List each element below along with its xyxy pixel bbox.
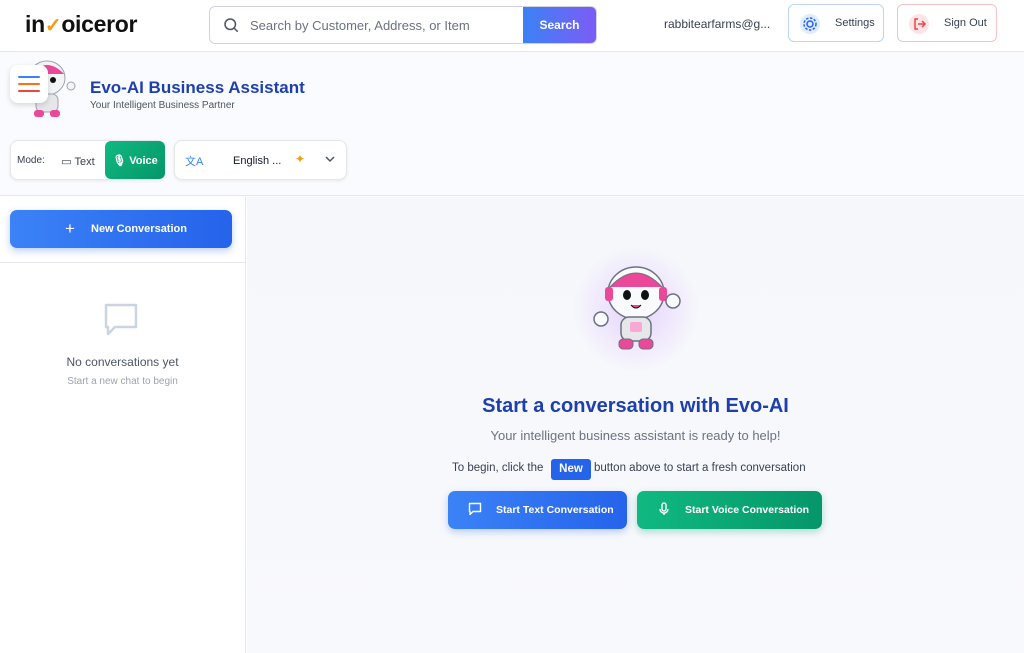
message-icon — [468, 502, 482, 516]
chat-main-area: Start a conversation with Evo-AI Your in… — [247, 197, 1024, 653]
sign-out-button[interactable]: Sign Out — [897, 4, 997, 42]
mode-text-label: Text — [74, 155, 95, 168]
main-subtitle: Your intelligent business assistant is r… — [490, 428, 781, 443]
chat-bubble-icon — [104, 303, 138, 336]
microphone-icon — [659, 502, 669, 515]
plus-icon: + — [65, 219, 75, 238]
settings-label: Settings — [835, 17, 875, 29]
language-select[interactable]: 文A English ... ✦ — [174, 140, 347, 180]
sidebar-divider — [0, 262, 245, 263]
start-text-label: Start Text Conversation — [496, 504, 614, 516]
mode-voice-button[interactable]: 🎙︎ Voice — [105, 141, 165, 179]
hamburger-line-3 — [18, 90, 40, 92]
sparkle-icon: ✦ — [295, 152, 306, 166]
start-voice-label: Start Voice Conversation — [685, 504, 810, 516]
mode-label: Mode: — [17, 155, 45, 166]
chevron-down-icon — [325, 156, 335, 163]
empty-state-title: No conversations yet — [66, 355, 179, 369]
language-value: English ... — [233, 155, 282, 167]
main-title: Start a conversation with Evo-AI — [482, 395, 789, 417]
hamburger-menu-button[interactable] — [10, 65, 48, 103]
mode-text-button[interactable]: ▭ Text — [55, 147, 101, 175]
hint-suffix: button above to start a fresh conversati… — [594, 462, 806, 474]
search-bar: Search — [209, 6, 597, 44]
conversation-sidebar: + New Conversation No conversations yet … — [0, 197, 246, 653]
logo-check-icon: ✓ — [44, 15, 62, 37]
new-conversation-label: New Conversation — [91, 223, 187, 235]
hamburger-line-1 — [18, 76, 40, 78]
user-email: rabbitearfarms@g... — [664, 17, 771, 31]
translate-icon: 文A — [185, 156, 204, 168]
sign-out-icon — [909, 14, 929, 34]
logo-text-start: in — [25, 11, 45, 37]
invoiceror-logo[interactable]: in✓oiceror — [25, 11, 137, 38]
mode-selector: Mode: ▭ Text 🎙︎ Voice — [10, 140, 165, 180]
mode-voice-label: Voice — [129, 154, 158, 167]
start-text-conversation-button[interactable]: Start Text Conversation — [448, 491, 627, 529]
sign-out-label: Sign Out — [944, 17, 987, 29]
message-icon: ▭ — [61, 155, 72, 168]
new-conversation-button[interactable]: + New Conversation — [10, 210, 232, 248]
hint-prefix: To begin, click the — [452, 462, 544, 474]
empty-state-subtitle: Start a new chat to begin — [67, 376, 178, 387]
assistant-title: Evo-AI Business Assistant — [90, 78, 305, 97]
start-voice-conversation-button[interactable]: Start Voice Conversation — [637, 491, 822, 529]
microphone-icon: 🎙︎ — [112, 154, 127, 167]
search-button[interactable]: Search — [523, 7, 596, 43]
logo-text-end: oiceror — [61, 11, 138, 37]
search-input[interactable] — [250, 7, 522, 43]
top-header: in✓oiceror Search rabbitearfarms@g... Se… — [0, 0, 1024, 52]
hamburger-line-2 — [18, 83, 40, 85]
settings-button[interactable]: Settings — [788, 4, 884, 42]
gear-icon — [800, 14, 820, 34]
robot-mascot-icon — [593, 266, 681, 350]
new-chip: New — [551, 459, 591, 480]
assistant-header: Evo-AI Business Assistant Your Intellige… — [0, 52, 1024, 196]
search-icon — [224, 18, 239, 33]
assistant-subtitle: Your Intelligent Business Partner — [90, 100, 235, 111]
